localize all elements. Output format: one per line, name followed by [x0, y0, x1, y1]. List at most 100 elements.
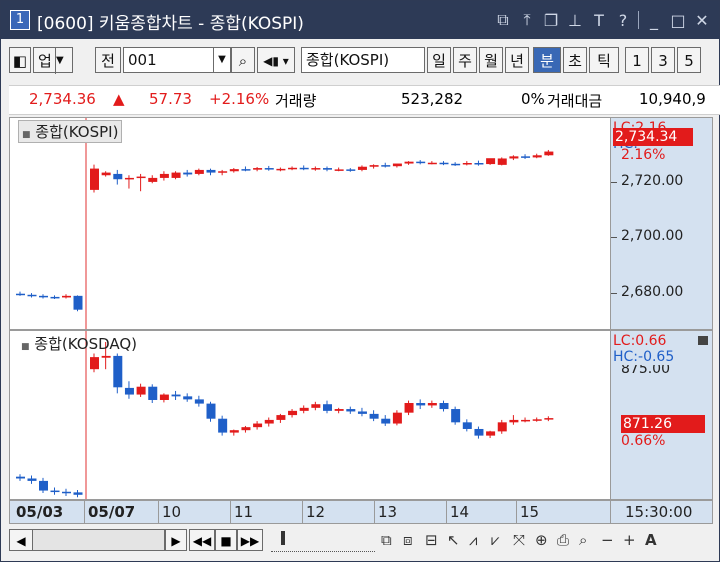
kosdaq-candle — [101, 355, 111, 358]
kosdaq-candle — [509, 419, 519, 423]
text-tool-icon[interactable]: A — [645, 529, 657, 551]
close-pane-icon[interactable] — [698, 336, 708, 345]
kosdaq-candle — [16, 476, 25, 479]
rewind-icon[interactable]: ◀◀ — [189, 529, 215, 551]
kosdaq-candle — [50, 490, 60, 493]
draw-tool-icon[interactable]: ⤧ — [513, 529, 525, 551]
volume-pct: 0% — [521, 90, 545, 108]
sound-icon[interactable]: ◀▮ ▾ — [257, 47, 295, 73]
x-axis[interactable]: 05/03 05/07 10 11 12 13 14 15 — [9, 500, 611, 524]
maximize-icon[interactable]: □ — [669, 11, 687, 30]
interval-5[interactable]: 5 — [677, 47, 701, 73]
kosdaq-candle — [148, 386, 158, 400]
layout-icon[interactable]: ◧ — [9, 47, 31, 73]
text-icon[interactable]: T — [590, 11, 608, 30]
kosdaq-candle — [392, 412, 402, 424]
chevron-down-icon: ▼ — [213, 48, 230, 72]
kospi-y-axis[interactable]: LC:2.16 HC: 2,734.34 2.16% 2,720.00 2,70… — [611, 117, 713, 330]
volume-label: 거래량 — [275, 92, 317, 110]
wave-icon[interactable]: ⩘ — [469, 529, 477, 551]
all-button[interactable]: 전 — [95, 47, 121, 73]
kosdaq-candle — [206, 403, 216, 419]
kospi-legend-text: 종합(KOSPI) — [35, 123, 119, 141]
copy-window-icon[interactable]: ❐ — [542, 11, 560, 30]
kosdaq-lc-label: LC:0.66 — [613, 333, 667, 349]
search-icon[interactable]: ⌕ — [231, 47, 255, 73]
zoom-out-icon[interactable]: − — [601, 529, 614, 551]
kosdaq-candle — [171, 394, 181, 397]
kosdaq-y-axis[interactable]: LC:0.66 HC:-0.65 875.00 871.26 0.66% — [611, 330, 713, 500]
close-icon[interactable]: ✕ — [693, 11, 711, 30]
window-icon[interactable]: ⧈ — [403, 529, 413, 551]
code-input[interactable]: 001 ▼ — [123, 47, 231, 73]
kosdaq-clipped-tick: 875.00 — [621, 365, 670, 375]
compare-icon[interactable]: ⧉ — [381, 529, 392, 551]
kosdaq-candle — [486, 431, 496, 436]
kosdaq-pct-tag: 0.66% — [621, 433, 666, 449]
kosdaq-candle — [427, 403, 437, 406]
slider-handle[interactable] — [281, 531, 285, 545]
kospi-candle — [509, 156, 519, 159]
title-bar[interactable]: 1 [0600] 키움종합차트 - 종합(KOSPI) ⧉ ⤒ ❐ ⊥ T ? … — [1, 1, 719, 39]
pin-icon[interactable]: ⊥ — [566, 11, 584, 30]
interval-3[interactable]: 3 — [651, 47, 675, 73]
kospi-candle — [486, 158, 496, 165]
kospi-candle — [392, 163, 402, 167]
period-day[interactable]: 일 — [427, 47, 451, 73]
kospi-candle — [27, 294, 37, 297]
kospi-tick-mark — [611, 182, 617, 183]
zoom-slider[interactable] — [271, 529, 375, 552]
pin-top-icon[interactable]: ⤒ — [518, 10, 536, 30]
kosdaq-legend[interactable]: ■ 종합(KOSDAQ) — [18, 333, 140, 354]
kospi-candle — [62, 295, 71, 298]
zoom-in-icon[interactable]: + — [623, 529, 636, 551]
kosdaq-candle — [439, 403, 449, 410]
scroll-track[interactable] — [33, 529, 165, 551]
kosdaq-hc-label: HC:-0.65 — [613, 349, 675, 365]
period-year[interactable]: 년 — [505, 47, 529, 73]
scroll-right-icon[interactable]: ▶ — [165, 529, 187, 551]
kosdaq-candle — [346, 409, 356, 412]
kospi-candle — [16, 293, 25, 296]
x-label: 05/03 — [16, 503, 64, 521]
kosdaq-candle — [90, 357, 99, 370]
kospi-pct-tag: 2.16% — [621, 147, 666, 163]
line-tool-icon[interactable]: ⩗ — [491, 529, 499, 551]
title-bar-icons: ⧉ ⤒ ❐ ⊥ T ? _ □ ✕ — [494, 9, 711, 31]
stop-icon[interactable]: ■ — [215, 529, 237, 551]
fast-forward-icon[interactable]: ▶▶ — [237, 529, 263, 551]
x-divider — [230, 501, 231, 523]
period-second[interactable]: 초 — [563, 47, 587, 73]
kospi-chart-panel[interactable]: ■ 종합(KOSPI) — [9, 117, 611, 330]
link-icon[interactable]: ⧉ — [494, 10, 512, 30]
period-week[interactable]: 주 — [453, 47, 477, 73]
period-minute[interactable]: 분 — [533, 47, 561, 73]
market-label: 업 — [38, 52, 52, 70]
x-label: 05/07 — [88, 503, 136, 521]
kospi-price-tag: 2,734.34 — [613, 128, 693, 146]
print-icon[interactable]: ⎙ — [557, 529, 569, 551]
kosdaq-legend-text: 종합(KOSDAQ) — [34, 335, 138, 353]
kospi-legend[interactable]: ■ 종합(KOSPI) — [18, 120, 123, 143]
chart-type-icon[interactable]: ⊟ — [425, 529, 438, 551]
kospi-candle — [334, 169, 344, 171]
zoom-icon[interactable]: ⌕ — [579, 529, 587, 551]
main-toolbar: ◧ 업 ▼ 전 001 ▼ ⌕ ◀▮ ▾ 종합(KOSPI) 일 주 월 년 분 초… — [9, 47, 720, 77]
period-month[interactable]: 월 — [479, 47, 503, 73]
x-label: 15 — [520, 503, 540, 521]
kospi-candle — [148, 177, 158, 182]
stock-name-field[interactable]: 종합(KOSPI) — [301, 47, 425, 73]
kosdaq-candle — [334, 409, 344, 411]
market-select[interactable]: 업 ▼ — [33, 47, 73, 74]
period-tick[interactable]: 틱 — [589, 47, 619, 73]
annotate-icon[interactable]: ⊕ — [535, 529, 548, 551]
minimize-icon[interactable]: _ — [645, 11, 663, 30]
trendline-icon[interactable]: ↖ — [447, 529, 460, 551]
kosdaq-candle — [416, 403, 426, 406]
help-icon[interactable]: ? — [614, 11, 632, 30]
scroll-left-icon[interactable]: ◀ — [9, 529, 33, 551]
kosdaq-chart-panel[interactable]: ■ 종합(KOSDAQ) — [9, 330, 611, 500]
kospi-candle — [39, 295, 48, 298]
interval-1[interactable]: 1 — [625, 47, 649, 73]
kospi-candle — [544, 151, 554, 156]
